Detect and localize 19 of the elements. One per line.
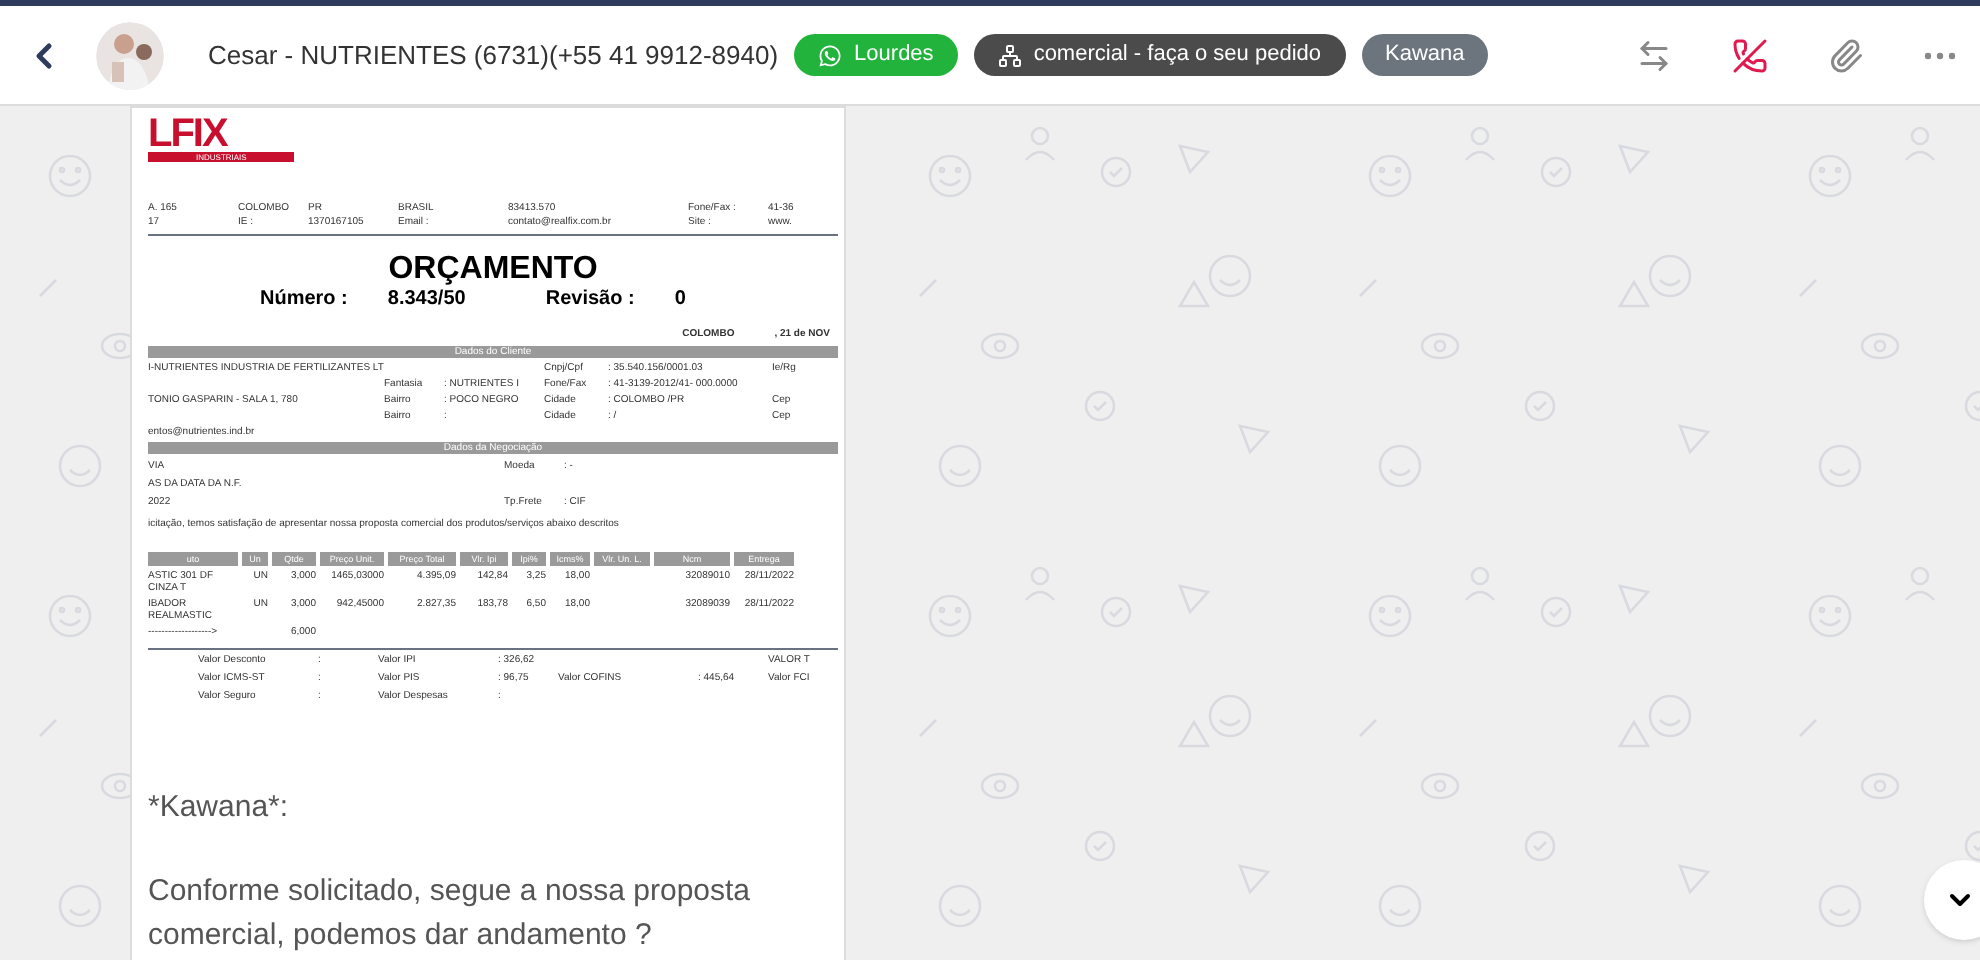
document-title: ORÇAMENTO xyxy=(386,252,600,288)
network-icon xyxy=(997,43,1022,67)
message-text: Conforme solicitado, segue a nossa proposta comercial, podemos dar andamento ? xyxy=(148,872,753,956)
whatsapp-icon xyxy=(818,43,843,67)
message-text: *Kawana*: xyxy=(148,788,291,828)
company-logo: LFIX xyxy=(148,116,227,152)
number-label: Número : xyxy=(260,288,348,312)
contact-name: Cesar - NUTRIENTES (6731) xyxy=(208,37,549,74)
more-icon xyxy=(1924,51,1956,59)
tag: Kawana xyxy=(1361,34,1489,76)
phone-off-icon xyxy=(1732,37,1768,73)
tag: Lourdes xyxy=(794,34,958,76)
contact-phone: (+55 41 9912-8940) xyxy=(548,37,779,74)
number-value: 8.343/50 xyxy=(387,288,466,312)
revision-label: Revisão : xyxy=(545,288,635,312)
swap-arrows-icon xyxy=(1636,37,1672,73)
paperclip-icon xyxy=(1828,37,1864,73)
tag: comercial - faça o seu pedido xyxy=(973,34,1345,76)
revision-value: 0 xyxy=(674,288,686,312)
